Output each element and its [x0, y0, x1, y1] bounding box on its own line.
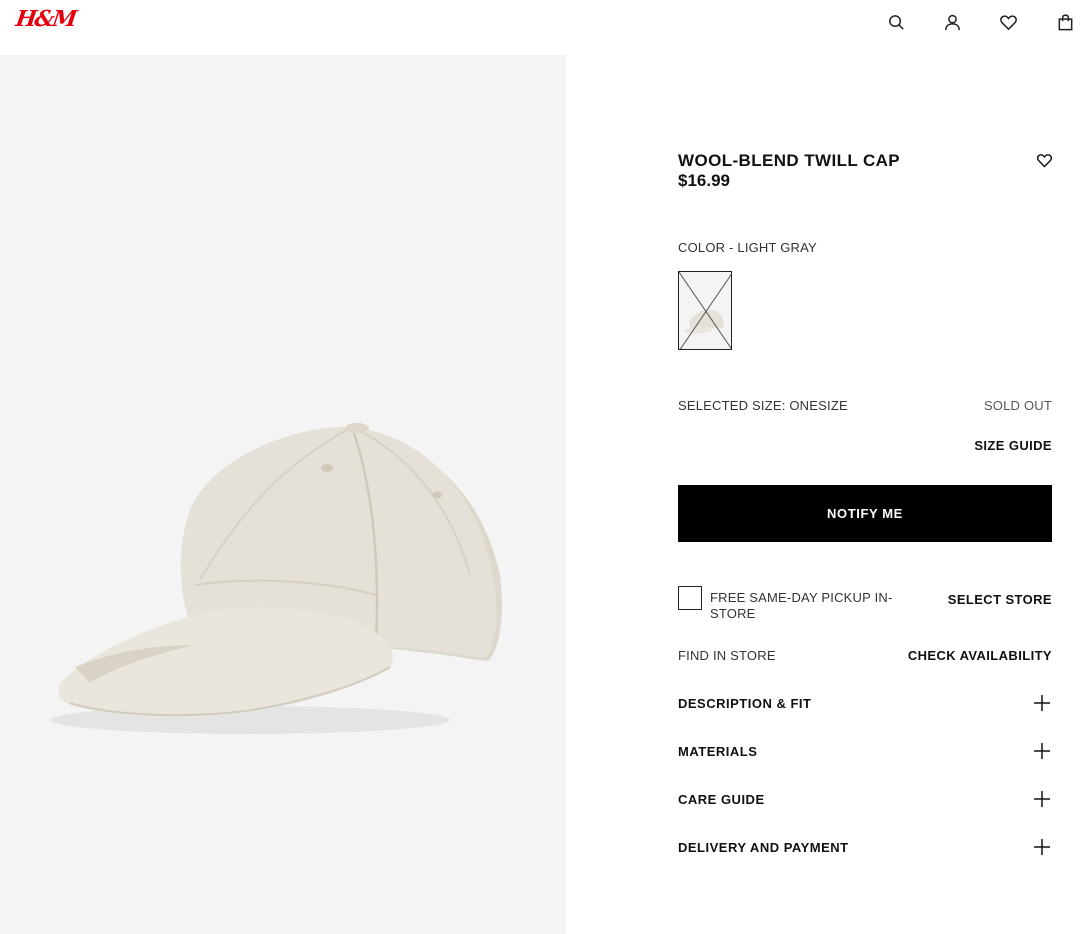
color-label: COLOR - LIGHT GRAY: [678, 240, 817, 255]
bag-icon[interactable]: [1055, 12, 1075, 32]
find-in-store-label: FIND IN STORE: [678, 648, 776, 663]
site-header: H&M: [0, 0, 1080, 55]
product-image[interactable]: [0, 55, 566, 934]
size-guide-link[interactable]: SIZE GUIDE: [974, 438, 1052, 453]
color-swatch-light-gray[interactable]: [678, 271, 732, 350]
hm-logo[interactable]: H&M: [14, 6, 77, 32]
accordion-label: MATERIALS: [678, 744, 758, 759]
add-to-favorites-icon[interactable]: [1034, 150, 1054, 170]
account-icon[interactable]: [942, 12, 962, 32]
product-title: WOOL-BLEND TWILL CAP: [678, 151, 901, 170]
plus-icon[interactable]: [1032, 693, 1052, 713]
plus-icon[interactable]: [1032, 789, 1052, 809]
accordion-care-guide[interactable]: CARE GUIDE: [678, 785, 1052, 815]
notify-me-button[interactable]: NOTIFY ME: [678, 485, 1052, 542]
size-row: SELECTED SIZE: ONESIZE SOLD OUT: [678, 398, 1052, 413]
accordion-delivery-payment[interactable]: DELIVERY AND PAYMENT: [678, 833, 1052, 863]
cap-illustration: [50, 423, 502, 734]
selected-size-label: SELECTED SIZE: ONESIZE: [678, 398, 848, 413]
plus-icon[interactable]: [1032, 741, 1052, 761]
sold-out-label: SOLD OUT: [983, 398, 1052, 413]
accordion-label: DELIVERY AND PAYMENT: [678, 840, 849, 855]
search-icon[interactable]: [886, 12, 906, 32]
pickup-label: FREE SAME-DAY PICKUP IN-STORE: [710, 590, 893, 621]
select-store-link[interactable]: SELECT STORE: [948, 592, 1052, 607]
accordion-label: CARE GUIDE: [678, 792, 765, 807]
product-price: $16.99: [678, 171, 730, 190]
plus-icon[interactable]: [1032, 837, 1052, 857]
accordion-description-fit[interactable]: DESCRIPTION & FIT: [678, 689, 1052, 719]
favorites-icon[interactable]: [998, 12, 1018, 32]
pickup-checkbox[interactable]: [678, 586, 702, 610]
check-availability-link[interactable]: CHECK AVAILABILITY: [908, 648, 1052, 663]
accordion-materials[interactable]: MATERIALS: [678, 737, 1052, 767]
accordion-label: DESCRIPTION & FIT: [678, 696, 812, 711]
